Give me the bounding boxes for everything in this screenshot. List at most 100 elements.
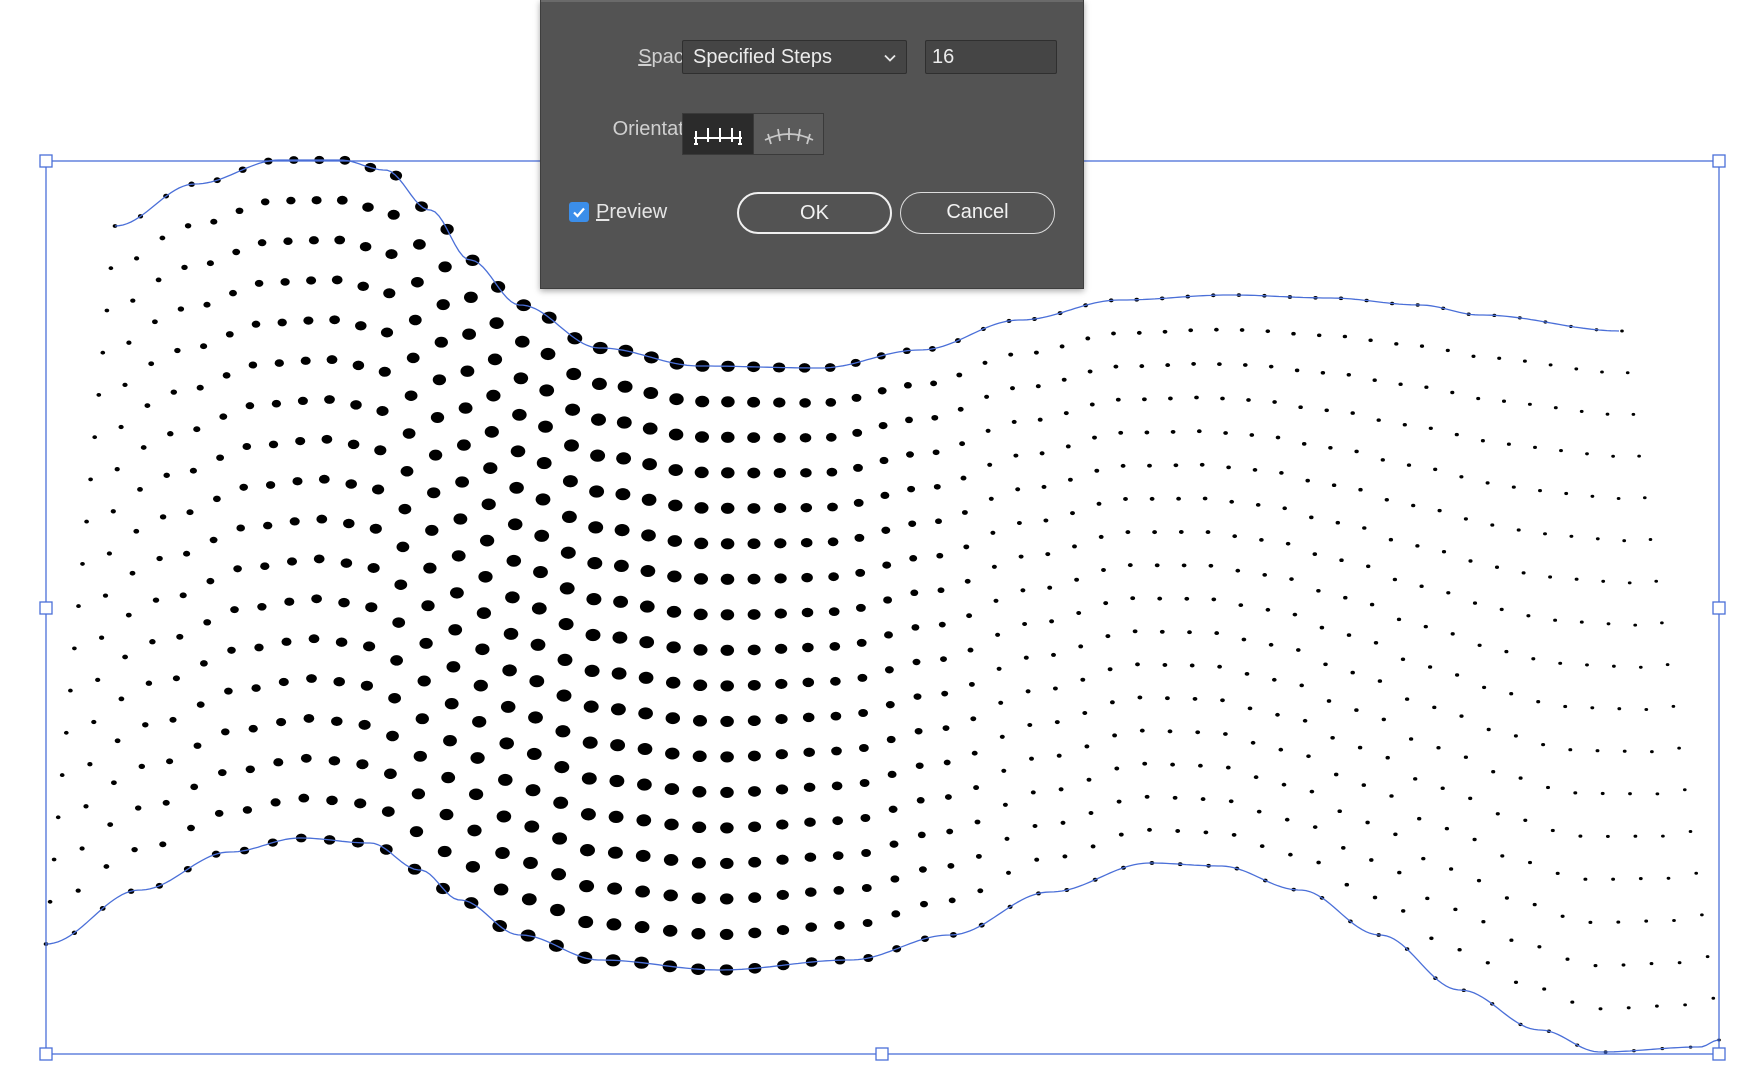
- blend-dot: [1139, 364, 1145, 369]
- blend-dot: [609, 774, 625, 788]
- blend-dot: [1424, 385, 1429, 389]
- blend-dot: [1563, 704, 1568, 709]
- blend-bottom-path[interactable]: [45, 837, 1719, 1053]
- blend-dot: [1446, 591, 1451, 595]
- blend-dot: [982, 360, 988, 365]
- blend-dot: [1246, 398, 1251, 402]
- blend-dot: [385, 249, 398, 260]
- blend-dot: [1200, 797, 1206, 802]
- blend-dot: [270, 798, 281, 807]
- blend-dot: [1198, 763, 1203, 768]
- blend-dot: [1170, 762, 1175, 767]
- blend-dot: [321, 434, 333, 444]
- ok-button[interactable]: OK: [737, 192, 892, 234]
- spacing-dropdown[interactable]: Specified Steps: [682, 40, 907, 74]
- blend-dot: [1476, 878, 1482, 883]
- blend-dot: [991, 564, 997, 569]
- preview-checkbox[interactable]: [569, 202, 589, 222]
- blend-dot: [1176, 496, 1181, 501]
- blend-dot: [392, 617, 406, 628]
- blend-dot: [432, 374, 447, 386]
- blend-dot: [340, 558, 353, 568]
- blend-dot: [662, 924, 678, 937]
- orientation-align-to-path-button[interactable]: [753, 114, 823, 154]
- blend-dot: [129, 570, 136, 576]
- orientation-align-to-page-button[interactable]: [683, 114, 753, 154]
- selection-bounding-box[interactable]: [39, 154, 1726, 1061]
- handle-bottom-middle[interactable]: [875, 1047, 889, 1061]
- blend-dot: [328, 756, 341, 766]
- blend-dot: [665, 712, 681, 725]
- blend-dot: [152, 319, 158, 325]
- blend-dot: [907, 485, 916, 493]
- blend-dot: [1188, 328, 1194, 333]
- blend-dot: [1518, 776, 1523, 780]
- blend-dot: [586, 592, 602, 606]
- blend-dot: [1491, 770, 1496, 774]
- blend-dot: [1337, 809, 1342, 814]
- blend-dot: [152, 597, 160, 603]
- blend-dot: [583, 700, 599, 713]
- blend-dot: [903, 382, 912, 389]
- cancel-button[interactable]: Cancel: [900, 192, 1055, 234]
- blend-dot: [640, 564, 656, 578]
- blend-dot: [1343, 595, 1348, 600]
- blend-dot: [1275, 435, 1281, 440]
- handle-top-right[interactable]: [1712, 154, 1726, 168]
- blend-dot: [1381, 717, 1386, 722]
- blend-dot: [134, 805, 142, 811]
- blend-dot: [999, 734, 1005, 739]
- blend-dot: [460, 365, 475, 377]
- preview-label[interactable]: Preview: [596, 201, 667, 224]
- blend-dot: [483, 462, 498, 474]
- blend-dot: [1392, 577, 1398, 582]
- blend-dot: [1070, 511, 1075, 516]
- blend-dot: [987, 462, 993, 467]
- blend-dot: [95, 677, 101, 683]
- blend-dot: [915, 762, 924, 769]
- blend-dot: [500, 700, 516, 713]
- blend-dot: [1654, 579, 1659, 583]
- blend-dot: [1595, 537, 1600, 541]
- blend-dot: [1644, 707, 1649, 712]
- blend-dot: [1500, 854, 1505, 858]
- blend-dot: [694, 537, 709, 550]
- blend-options-dialog: Spacing: Specified Steps 16 Orientation:: [540, 0, 1084, 289]
- blend-dot: [99, 635, 105, 640]
- blend-dot: [1250, 740, 1256, 745]
- blend-dot: [515, 335, 530, 348]
- blend-dot: [1092, 435, 1097, 440]
- blend-dot: [720, 609, 735, 621]
- blend-dot: [993, 598, 999, 603]
- blend-dot: [1450, 390, 1455, 395]
- blend-dot: [1214, 631, 1220, 636]
- blend-dot: [930, 380, 938, 387]
- blend-dot: [553, 796, 569, 809]
- blend-dot: [280, 278, 290, 286]
- blend-dot: [552, 832, 568, 845]
- handle-middle-right[interactable]: [1712, 601, 1726, 615]
- blend-dot: [1120, 463, 1126, 468]
- blend-dot: [1553, 406, 1558, 410]
- blend-dot: [1432, 705, 1437, 710]
- blend-dot: [1238, 603, 1244, 608]
- blend-dot: [747, 750, 761, 762]
- blend-dot: [905, 416, 913, 424]
- blend-dot: [1341, 846, 1346, 850]
- blend-dot: [668, 428, 684, 441]
- handle-middle-left[interactable]: [39, 601, 53, 615]
- blend-dot: [495, 847, 510, 859]
- blend-dot: [803, 782, 816, 793]
- blend-dot: [441, 771, 456, 784]
- blend-dot: [827, 502, 838, 512]
- blend-dot: [206, 577, 215, 585]
- blend-dot: [998, 700, 1004, 705]
- specified-steps-input[interactable]: 16: [925, 40, 1057, 74]
- blend-dot: [536, 457, 552, 470]
- handle-bottom-left[interactable]: [39, 1047, 53, 1061]
- blend-dot: [1376, 418, 1381, 422]
- handle-top-left[interactable]: [39, 154, 53, 168]
- handle-bottom-right[interactable]: [1712, 1047, 1726, 1061]
- blend-dot: [1542, 987, 1547, 991]
- blend-dot: [747, 644, 761, 656]
